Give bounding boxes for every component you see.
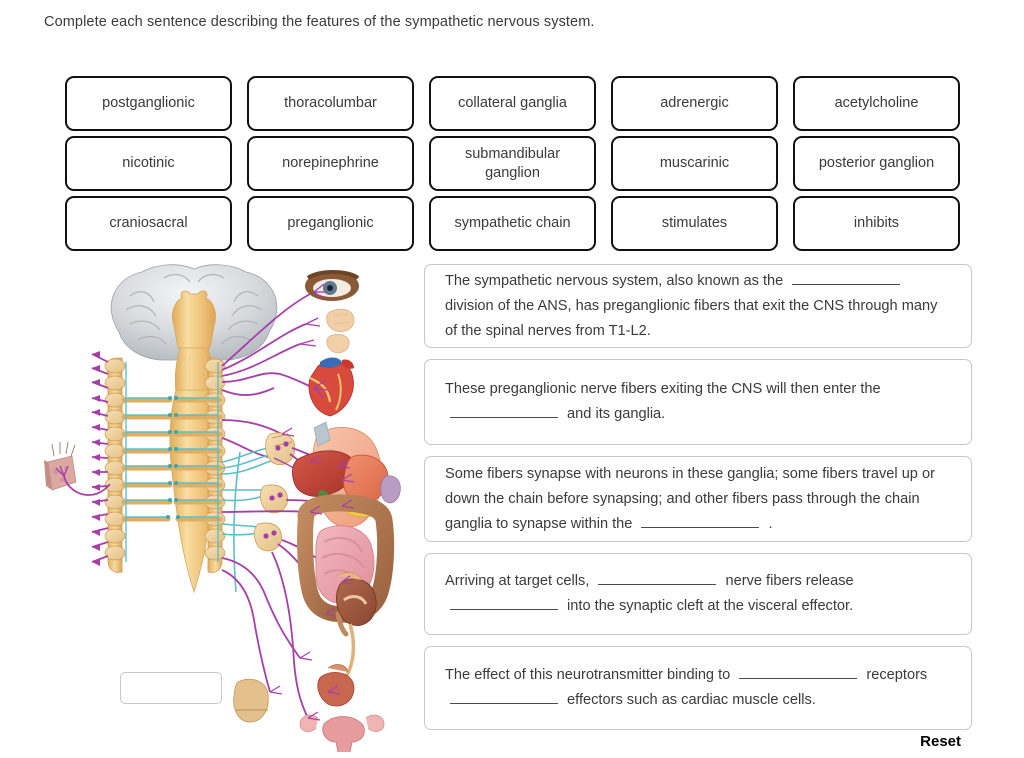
adrenal-gland-organ [233,678,269,723]
salivary-fiber-terminals [299,317,321,347]
word-tile-preganglionic[interactable]: preganglionic [247,196,414,251]
sentence-5-part-3: effectors such as cardiac muscle cells. [563,692,816,708]
word-tile-acetylcholine[interactable]: acetylcholine [793,76,960,131]
sentence-list: The sympathetic nervous system, also kno… [424,264,972,741]
word-tile-norepinephrine[interactable]: norepinephrine [247,136,414,191]
sentence-3-text: Some fibers synapse with neurons in thes… [445,462,951,537]
sentence-5-blank-2[interactable] [450,688,558,704]
word-bank-row: nicotinic norepinephrine submandibular g… [65,136,960,191]
sympathetic-chain-left [104,357,126,573]
sentence-5-text: The effect of this neurotransmitter bind… [445,663,951,713]
sentence-1-part-2: division of the ANS, has preganglionic f… [445,297,938,339]
word-tile-collateral-ganglia[interactable]: collateral ganglia [429,76,596,131]
anatomy-illustration [44,264,401,752]
salivary-gland-upper-organ [326,308,355,332]
word-bank: postganglionic thoracolumbar collateral … [65,76,960,256]
sympathetic-nervous-system-figure [42,262,417,752]
sentence-box-2: These preganglionic nerve fibers exiting… [424,359,972,445]
eye-organ [305,270,360,301]
sentence-3-part-2: . [764,515,773,532]
sentence-4-blank-2[interactable] [450,594,558,610]
sentence-box-5: The effect of this neurotransmitter bind… [424,646,972,730]
sentence-2-blank-1[interactable] [450,402,558,418]
word-bank-row: postganglionic thoracolumbar collateral … [65,76,960,131]
sentence-5-blank-1[interactable] [739,663,858,679]
sentence-1-text: The sympathetic nervous system, also kno… [445,269,951,344]
word-tile-posterior-ganglion[interactable]: posterior ganglion [793,136,960,191]
word-tile-nicotinic[interactable]: nicotinic [65,136,232,191]
word-tile-stimulates[interactable]: stimulates [611,196,778,251]
sentence-box-3: Some fibers synapse with neurons in thes… [424,456,972,542]
sentence-5-part-2: receptors [862,667,928,683]
word-tile-craniosacral[interactable]: craniosacral [65,196,232,251]
word-tile-thoracolumbar[interactable]: thoracolumbar [247,76,414,131]
sentence-2-text: These preganglionic nerve fibers exiting… [445,377,951,427]
sentence-3-blank-1[interactable] [641,512,760,528]
word-tile-muscarinic[interactable]: muscarinic [611,136,778,191]
fiber-legend-box [120,672,222,704]
sentence-box-4: Arriving at target cells, nerve fibers r… [424,553,972,635]
word-tile-submandibular-ganglion[interactable]: submandibular ganglion [429,136,596,191]
word-tile-sympathetic-chain[interactable]: sympathetic chain [429,196,596,251]
sentence-1-blank-1[interactable] [792,269,901,285]
sentence-4-part-1: Arriving at target cells, [445,573,594,589]
uterus-ovaries-organ [299,714,385,752]
spleen-organ [380,475,401,504]
collateral-ganglion-inferior-mesenteric [253,522,282,552]
sentence-4-part-2: nerve fibers release [721,573,854,589]
sentence-2-part-1: These preganglionic nerve fibers exiting… [445,381,881,397]
reset-button[interactable]: Reset [920,733,961,750]
sentence-1-part-1: The sympathetic nervous system, also kno… [445,272,788,289]
collateral-ganglion-celiac [265,432,296,466]
collateral-ganglion-superior-mesenteric [259,484,288,514]
sentence-5-part-1: The effect of this neurotransmitter bind… [445,667,735,683]
word-tile-inhibits[interactable]: inhibits [793,196,960,251]
brain-illustration [110,264,278,393]
sentence-2-part-2: and its ganglia. [563,406,666,422]
sentence-4-text: Arriving at target cells, nerve fibers r… [445,569,951,619]
sentence-box-1: The sympathetic nervous system, also kno… [424,264,972,348]
salivary-gland-lower-organ [326,334,350,354]
word-tile-postganglionic[interactable]: postganglionic [65,76,232,131]
word-bank-row: craniosacral preganglionic sympathetic c… [65,196,960,251]
page-title: Complete each sentence describing the fe… [44,14,595,30]
word-tile-adrenergic[interactable]: adrenergic [611,76,778,131]
sentence-4-blank-1[interactable] [598,569,717,585]
sentence-4-part-3: into the synaptic cleft at the visceral … [563,598,854,614]
